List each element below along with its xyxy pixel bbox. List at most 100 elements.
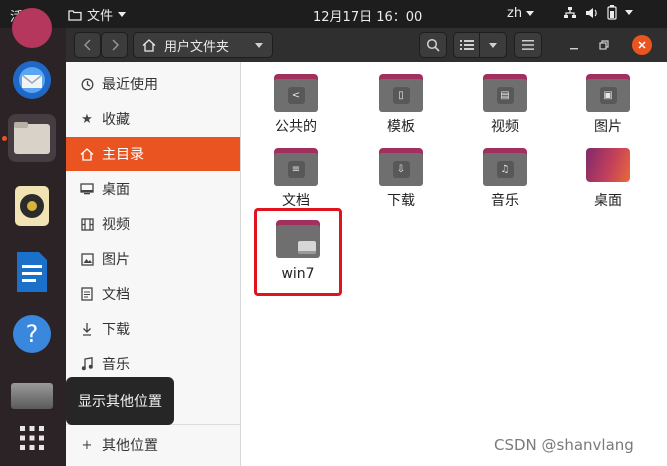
file-item-public[interactable]: < 公共的 (254, 66, 338, 136)
tooltip: 显示其他位置 (66, 377, 174, 425)
file-item-music[interactable]: ♫ 音乐 (463, 140, 547, 210)
input-method-label: zh (507, 6, 523, 21)
maximize-button[interactable] (594, 32, 614, 58)
dock-writer[interactable] (8, 248, 56, 296)
dock-app-partial[interactable] (8, 4, 56, 52)
sidebar-item-starred[interactable]: ★ 收藏 (66, 102, 240, 136)
highlight-box (254, 208, 342, 296)
sidebar-item-label: 桌面 (102, 182, 130, 198)
share-icon: < (287, 87, 305, 104)
menu-button[interactable] (514, 32, 542, 58)
file-item-templates[interactable]: ▯ 模板 (359, 66, 443, 136)
music-icon (78, 357, 96, 371)
sidebar-item-music[interactable]: 音乐 (66, 347, 240, 381)
file-name: 视频 (491, 119, 519, 135)
document-icon: ≡ (287, 161, 305, 178)
plus-icon: + (81, 437, 93, 453)
chevron-down-icon (526, 11, 535, 16)
folder-icon: ▣ (586, 74, 630, 112)
sidebar-item-label: 主目录 (102, 147, 144, 163)
system-menu[interactable] (563, 5, 633, 20)
path-bar-button[interactable]: 用户文件夹 (133, 32, 273, 58)
file-name: 桌面 (594, 193, 622, 209)
app-menu[interactable]: 文件 (68, 5, 127, 24)
dock-files[interactable] (8, 114, 56, 162)
search-button[interactable] (419, 32, 447, 58)
back-button[interactable] (74, 32, 101, 58)
download-icon (78, 322, 96, 336)
file-item-desktop[interactable]: 桌面 (566, 140, 650, 210)
clock[interactable]: 12月17日 16：00 (313, 6, 422, 25)
picture-icon (78, 252, 96, 266)
show-applications-button[interactable] (8, 414, 56, 462)
dock-drive[interactable] (8, 372, 56, 420)
view-list-button[interactable] (453, 32, 480, 58)
sidebar-item-other-locations[interactable]: + 其他位置 (66, 428, 240, 462)
input-method-menu[interactable]: zh (507, 6, 535, 21)
volume-icon (586, 7, 597, 18)
file-name: 公共的 (275, 119, 317, 135)
minimize-icon (570, 48, 578, 50)
header-bar: 用户文件夹 (66, 28, 667, 62)
grid-icon (20, 426, 44, 450)
film-icon: ▤ (496, 87, 514, 104)
folder-icon: ▯ (379, 74, 423, 112)
sidebar-item-label: 音乐 (102, 357, 130, 373)
file-name: 模板 (387, 119, 415, 135)
file-item-documents[interactable]: ≡ 文档 (254, 140, 338, 210)
template-icon: ▯ (392, 87, 410, 104)
chevron-down-icon (118, 12, 127, 17)
sidebar-item-label: 下载 (102, 322, 130, 338)
sidebar-item-label: 图片 (102, 252, 130, 268)
minimize-button[interactable] (564, 32, 584, 58)
file-item-downloads[interactable]: ⇩ 下载 (359, 140, 443, 210)
path-label: 用户文件夹 (164, 39, 230, 55)
dock-help[interactable]: ? (8, 310, 56, 358)
close-button[interactable] (632, 35, 652, 55)
home-icon (78, 147, 96, 161)
sidebar-item-label: 其他位置 (102, 438, 158, 454)
network-icon (564, 6, 576, 18)
app-icon (12, 8, 52, 48)
folder-icon: ▤ (483, 74, 527, 112)
dock-thunderbird[interactable] (8, 56, 56, 104)
chevron-down-icon (255, 42, 263, 48)
sidebar-item-label: 最近使用 (102, 77, 158, 93)
forward-button[interactable] (101, 32, 128, 58)
folder-icon: ⇩ (379, 148, 423, 186)
file-item-pictures[interactable]: ▣ 图片 (566, 66, 650, 136)
file-name: 音乐 (491, 193, 519, 209)
view-options-button[interactable] (479, 32, 507, 58)
file-item-videos[interactable]: ▤ 视频 (463, 66, 547, 136)
watermark: CSDN @shanvlang (494, 436, 634, 454)
file-name: 图片 (594, 119, 622, 135)
svg-text:?: ? (26, 320, 39, 348)
running-indicator (2, 136, 7, 141)
hamburger-icon (522, 40, 534, 50)
restore-icon (599, 40, 609, 50)
download-icon: ⇩ (392, 161, 410, 178)
sidebar-item-label: 视频 (102, 217, 130, 233)
sidebar-item-pictures[interactable]: 图片 (66, 242, 240, 276)
chevron-down-icon (625, 10, 633, 15)
sidebar-item-home[interactable]: 主目录 (66, 137, 240, 171)
folder-icon (68, 9, 82, 21)
thunderbird-icon (13, 61, 51, 99)
sidebar-item-videos[interactable]: 视频 (66, 207, 240, 241)
folder-icon: < (274, 74, 318, 112)
sidebar-item-recent[interactable]: 最近使用 (66, 67, 240, 101)
sidebar-item-documents[interactable]: 文档 (66, 277, 240, 311)
dock-rhythmbox[interactable] (8, 182, 56, 230)
folder-icon: ≡ (274, 148, 318, 186)
writer-icon (17, 252, 47, 292)
sidebar-item-label: 文档 (102, 287, 130, 303)
clock-icon (78, 78, 96, 91)
battery-icon (607, 5, 617, 20)
picture-icon: ▣ (599, 87, 617, 104)
help-icon: ? (13, 315, 51, 353)
sidebar-item-desktop[interactable]: 桌面 (66, 172, 240, 206)
sidebar-item-downloads[interactable]: 下载 (66, 312, 240, 346)
folder-icon: ♫ (483, 148, 527, 186)
search-icon (426, 38, 440, 52)
list-view-icon (459, 40, 474, 50)
